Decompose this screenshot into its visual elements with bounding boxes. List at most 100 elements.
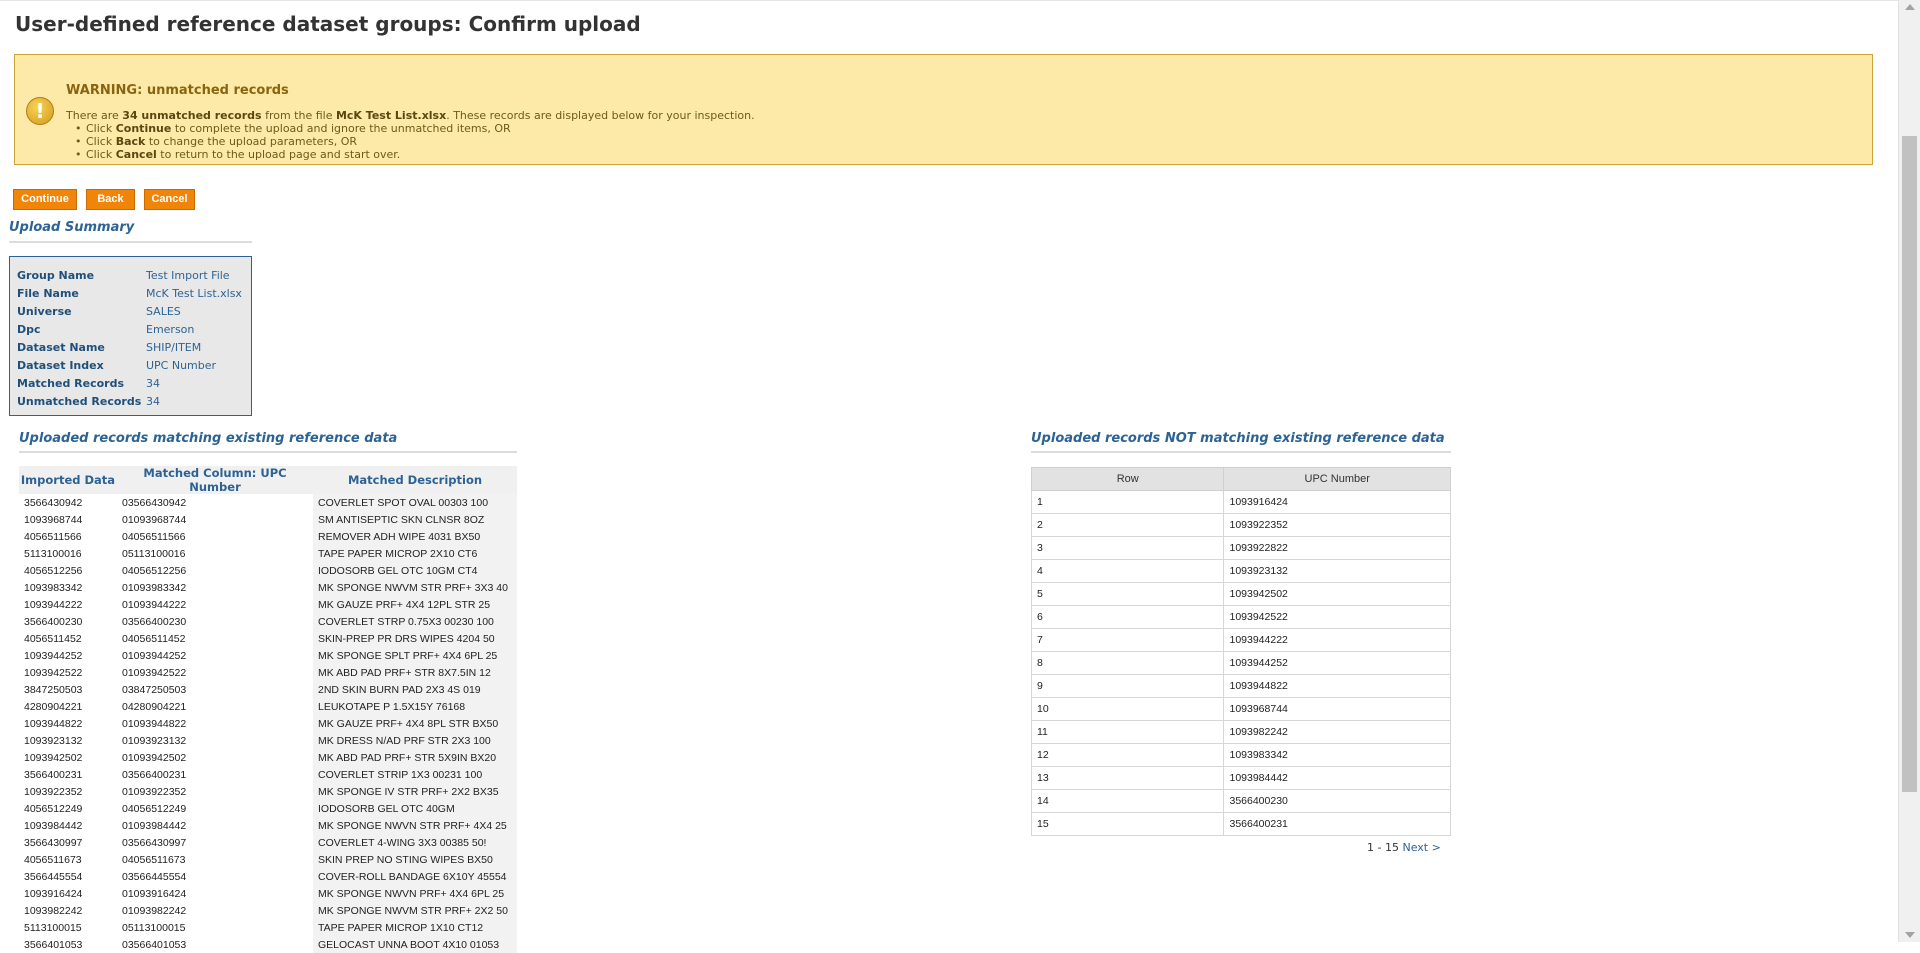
upload-summary-title: Upload Summary bbox=[9, 220, 135, 235]
pagination-range: 1 - 15 bbox=[1367, 841, 1399, 854]
row-number-cell: 11 bbox=[1030, 720, 1225, 744]
top-divider bbox=[0, 0, 1898, 1]
matching-records-title: Uploaded records matching existing refer… bbox=[19, 431, 398, 446]
table-row: 1093942522 01093942522 MK ABD PAD PRF+ STR… bbox=[19, 664, 517, 681]
imported-data-cell: 1093982242 bbox=[24, 904, 83, 917]
summary-row-unmatched-records: Unmatched Records 34 bbox=[17, 395, 160, 408]
matched-description-cell: IODOSORB GEL OTC 40GM bbox=[313, 800, 517, 817]
matched-upc-cell: 04056512256 bbox=[122, 564, 187, 577]
matched-upc-cell: 01093983342 bbox=[122, 581, 187, 594]
imported-data-cell: 1093922352 bbox=[24, 785, 83, 798]
scroll-up-arrow-icon[interactable] bbox=[1905, 4, 1915, 10]
table-row: 1093944252 01093944252 MK SPONGE SPLT PRF+… bbox=[19, 647, 517, 664]
matched-upc-cell: 01093968744 bbox=[122, 513, 187, 526]
upc-number-cell: 1093942502 bbox=[1223, 582, 1451, 606]
column-header-imported-data: Imported Data bbox=[19, 466, 117, 494]
upload-summary-rule bbox=[9, 241, 252, 243]
table-row: 4280904221 04280904221 LEUKOTAPE P 1.5X15Y… bbox=[19, 698, 517, 715]
upc-number-cell: 1093983342 bbox=[1223, 743, 1451, 767]
upc-number-cell: 1093923132 bbox=[1223, 559, 1451, 583]
not-matching-records-title: Uploaded records NOT matching existing r… bbox=[1031, 431, 1445, 446]
upc-number-cell: 3566400230 bbox=[1223, 789, 1451, 813]
vertical-scrollbar[interactable] bbox=[1898, 0, 1920, 942]
back-button[interactable]: Back bbox=[86, 189, 135, 210]
scroll-down-arrow-icon[interactable] bbox=[1905, 932, 1915, 938]
row-number-cell: 1 bbox=[1030, 490, 1225, 514]
table-row: 1093968744 01093968744 SM ANTISEPTIC SKN C… bbox=[19, 511, 517, 528]
imported-data-cell: 1093968744 bbox=[24, 513, 83, 526]
upc-number-cell: 1093922822 bbox=[1223, 536, 1451, 560]
upc-number-cell: 1093984442 bbox=[1223, 766, 1451, 790]
matched-description-cell: SKIN-PREP PR DRS WIPES 4204 50 bbox=[313, 630, 517, 647]
table-row: 9 1093944822 bbox=[1030, 674, 1451, 698]
row-number-cell: 14 bbox=[1030, 789, 1225, 813]
imported-data-cell: 3847250503 bbox=[24, 683, 83, 696]
table-row: 3 1093922822 bbox=[1030, 536, 1451, 560]
matched-description-cell: MK SPONGE IV STR PRF+ 2X2 BX35 bbox=[313, 783, 517, 800]
matched-upc-cell: 03566430997 bbox=[122, 836, 187, 849]
matched-upc-cell: 03566400230 bbox=[122, 615, 187, 628]
matched-description-cell: MK SPONGE NWVM STR PRF+ 2X2 50 bbox=[313, 902, 517, 919]
warning-icon: ! bbox=[26, 97, 54, 125]
matched-description-cell: TAPE PAPER MICROP 2X10 CT6 bbox=[313, 545, 517, 562]
warning-file-name: McK Test List.xlsx bbox=[335, 109, 447, 122]
column-header-row[interactable]: Row bbox=[1030, 467, 1225, 491]
matched-upc-cell: 03566401053 bbox=[122, 938, 187, 951]
imported-data-cell: 4280904221 bbox=[24, 700, 83, 713]
matched-upc-cell: 03847250503 bbox=[122, 683, 187, 696]
matched-upc-cell: 03566430942 bbox=[122, 496, 187, 509]
table-row: 4056512256 04056512256 IODOSORB GEL OTC 10… bbox=[19, 562, 517, 579]
table-row: 1093942502 01093942502 MK ABD PAD PRF+ STR… bbox=[19, 749, 517, 766]
table-row: 1093982242 01093982242 MK SPONGE NWVM STR … bbox=[19, 902, 517, 919]
cancel-button[interactable]: Cancel bbox=[144, 189, 195, 210]
summary-row-matched-records: Matched Records 34 bbox=[17, 377, 160, 390]
imported-data-cell: 4056512249 bbox=[24, 802, 83, 815]
matched-description-cell: MK GAUZE PRF+ 4X4 12PL STR 25 bbox=[313, 596, 517, 613]
imported-data-cell: 3566445554 bbox=[24, 870, 83, 883]
matched-upc-cell: 01093942502 bbox=[122, 751, 187, 764]
imported-data-cell: 4056511452 bbox=[24, 632, 82, 645]
imported-data-cell: 1093944222 bbox=[24, 598, 83, 611]
matched-upc-cell: 04056511673 bbox=[122, 853, 186, 866]
imported-data-cell: 3566401053 bbox=[24, 938, 83, 951]
upc-number-cell: 1093982242 bbox=[1223, 720, 1451, 744]
matched-upc-cell: 01093942522 bbox=[122, 666, 187, 679]
table-row: 3566400230 03566400230 COVERLET STRP 0.75X… bbox=[19, 613, 517, 630]
upc-number-cell: 1093944252 bbox=[1223, 651, 1451, 675]
table-row: 4056512249 04056512249 IODOSORB GEL OTC 40… bbox=[19, 800, 517, 817]
table-row: 1093944222 01093944222 MK GAUZE PRF+ 4X4 1… bbox=[19, 596, 517, 613]
upc-number-cell: 1093916424 bbox=[1223, 490, 1451, 514]
instruction-cancel: Click Cancel to return to the upload pag… bbox=[66, 148, 755, 161]
warning-body: There are 34 unmatched records from the … bbox=[66, 109, 755, 161]
pagination-next-link[interactable]: Next > bbox=[1402, 841, 1440, 854]
matched-description-cell: MK SPONGE NWVM STR PRF+ 3X3 40 bbox=[313, 579, 517, 596]
matched-description-cell: MK GAUZE PRF+ 4X4 8PL STR BX50 bbox=[313, 715, 517, 732]
continue-button[interactable]: Continue bbox=[13, 189, 77, 210]
matched-description-cell: COVERLET STRIP 1X3 00231 100 bbox=[313, 766, 517, 783]
matched-description-cell: MK ABD PAD PRF+ STR 8X7.5IN 12 bbox=[313, 664, 517, 681]
imported-data-cell: 1093944252 bbox=[24, 649, 83, 662]
summary-row-file-name: File Name McK Test List.xlsx bbox=[17, 287, 242, 300]
matched-description-cell: COVER-ROLL BANDAGE 6X10Y 45554 bbox=[313, 868, 517, 885]
upload-summary-box: Group Name Test Import File File Name McK … bbox=[9, 256, 252, 416]
imported-data-cell: 1093916424 bbox=[24, 887, 83, 900]
imported-data-cell: 1093944822 bbox=[24, 717, 83, 730]
imported-data-cell: 1093942502 bbox=[24, 751, 83, 764]
scrollbar-thumb[interactable] bbox=[1902, 136, 1917, 792]
imported-data-cell: 1093923132 bbox=[24, 734, 83, 747]
table-row: 5113100016 05113100016 TAPE PAPER MICROP 2… bbox=[19, 545, 517, 562]
table-row: 10 1093968744 bbox=[1030, 697, 1451, 721]
row-number-cell: 2 bbox=[1030, 513, 1225, 537]
row-number-cell: 3 bbox=[1030, 536, 1225, 560]
instruction-continue: Click Continue to complete the upload an… bbox=[66, 122, 755, 135]
not-matching-records-rule bbox=[1031, 451, 1451, 453]
matched-description-cell: MK SPONGE NWVN PRF+ 4X4 6PL 25 bbox=[313, 885, 517, 902]
matched-description-cell: COVERLET STRP 0.75X3 00230 100 bbox=[313, 613, 517, 630]
row-number-cell: 6 bbox=[1030, 605, 1225, 629]
unmatched-count: 34 unmatched records bbox=[122, 109, 262, 122]
matched-upc-cell: 03566400231 bbox=[122, 768, 187, 781]
row-number-cell: 13 bbox=[1030, 766, 1225, 790]
imported-data-cell: 1093942522 bbox=[24, 666, 83, 679]
table-row: 4 1093923132 bbox=[1030, 559, 1451, 583]
column-header-upc-number[interactable]: UPC Number bbox=[1223, 467, 1451, 491]
